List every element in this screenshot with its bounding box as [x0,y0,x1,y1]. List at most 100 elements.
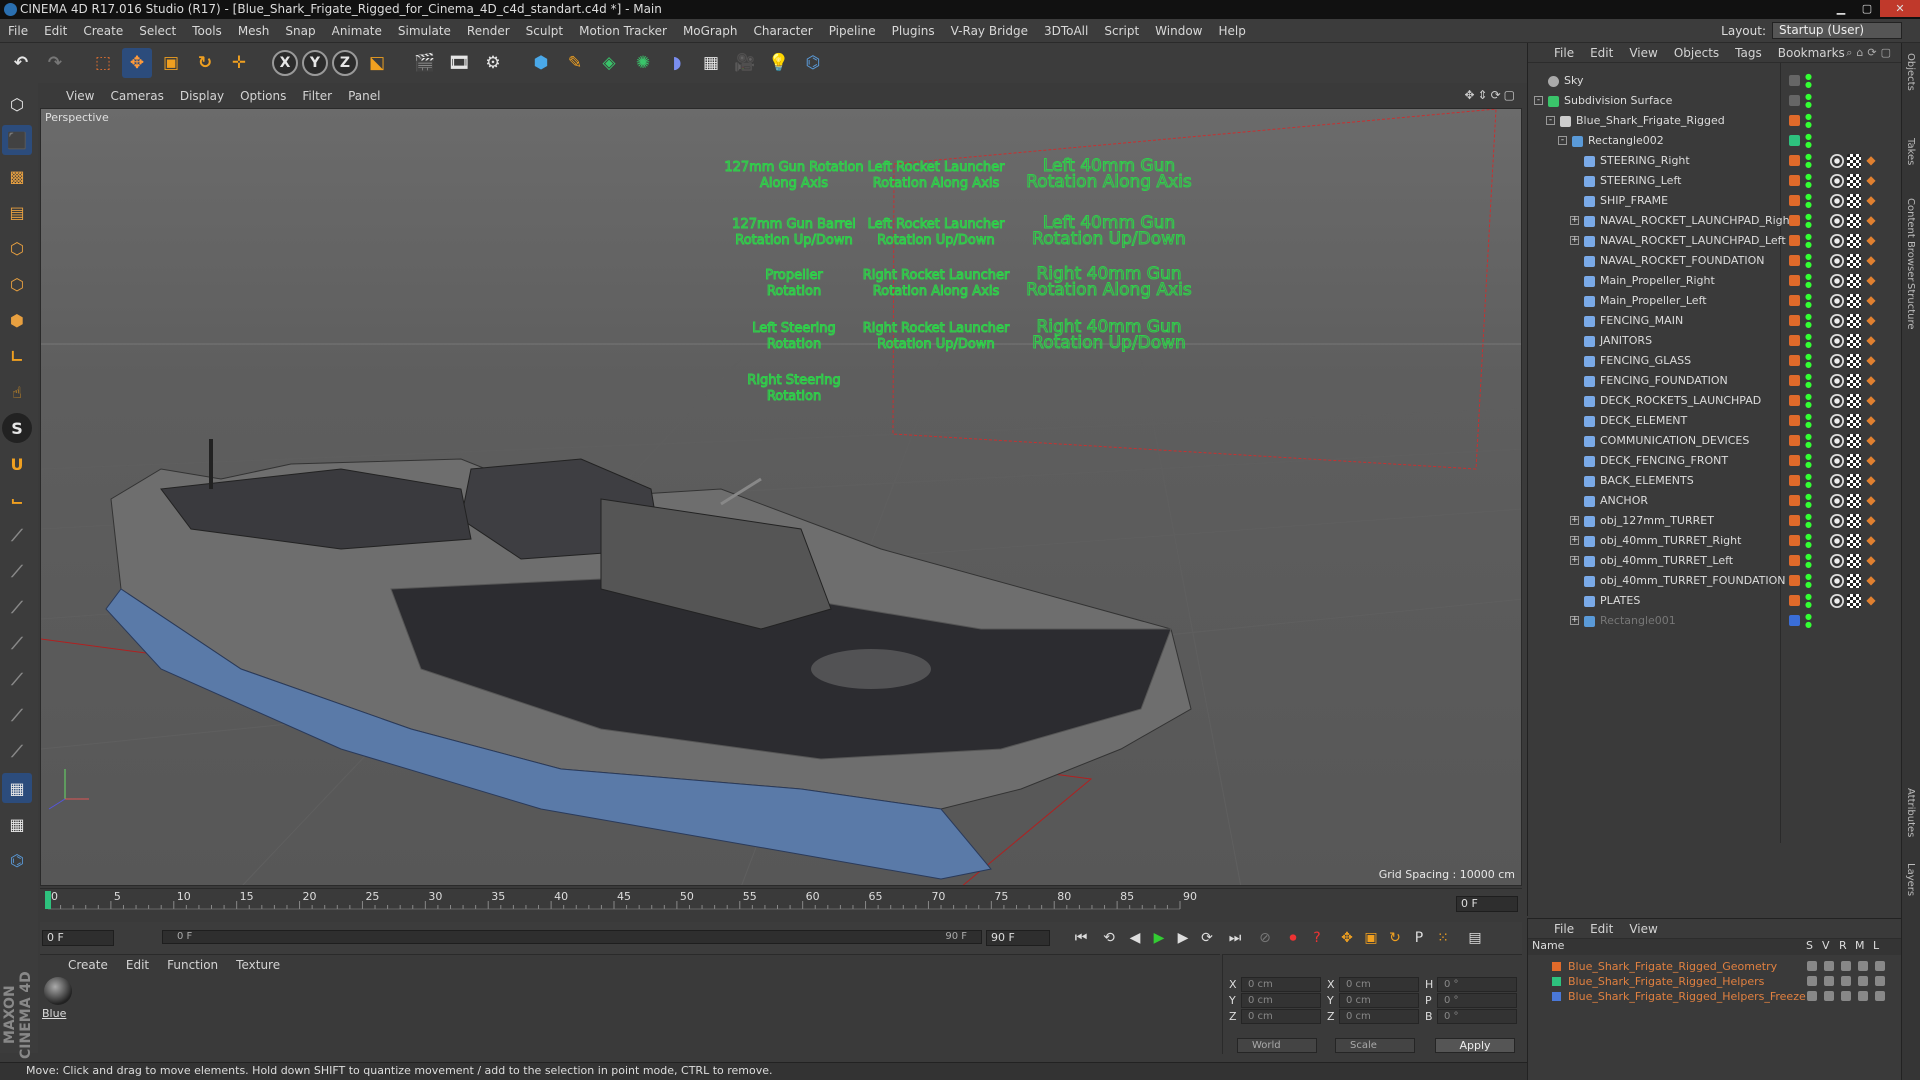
object-name[interactable]: COMMUNICATION_DEVICES [1600,431,1749,451]
layer-color-swatch[interactable] [1552,992,1561,1001]
key-pla-icon[interactable]: ⁙ [1432,927,1454,949]
texture-tag-icon[interactable] [1847,154,1861,168]
magnet-icon[interactable]: U [2,449,32,479]
autokey-icon[interactable]: ? [1306,927,1328,949]
layer-color-tag[interactable] [1789,195,1800,206]
layer-visible-icon[interactable] [1824,991,1834,1001]
selection-tag-icon[interactable]: ◆ [1864,274,1878,288]
object-name[interactable]: DECK_FENCING_FRONT [1600,451,1728,471]
layer-color-tag[interactable] [1789,615,1800,626]
coord-value-field[interactable]: 0 cm [1339,977,1419,992]
layer-color-tag[interactable] [1789,115,1800,126]
timeline-ruler[interactable]: 0 5 10 15 20 25 30 35 40 45 50 55 60 65 70 75 80 85 90 0 F [40,888,1522,922]
menu-script[interactable]: Script [1104,24,1139,38]
key-scale-icon[interactable]: ▣ [1360,927,1382,949]
expand-icon[interactable]: + [1570,556,1579,565]
next-frame-icon[interactable]: ▶ [1172,927,1194,949]
layer-color-tag[interactable] [1789,575,1800,586]
helper-label[interactable]: Rotation Along Axis [1026,172,1193,193]
selection-tag-icon[interactable]: ◆ [1864,494,1878,508]
subdivision-icon[interactable]: ◈ [594,48,624,78]
selection-tag-icon[interactable]: ◆ [1864,314,1878,328]
object-name[interactable]: Sky [1564,71,1583,91]
selection-tag-icon[interactable]: ◆ [1864,234,1878,248]
helper-label[interactable]: Rotation Up/Down [1032,333,1187,354]
material-menu-texture[interactable]: Texture [236,958,280,972]
object-name[interactable]: PLATES [1600,591,1640,611]
lm-menu-file[interactable]: File [1554,922,1574,936]
model-mode-icon[interactable]: ⬛ [2,125,32,155]
selection-tag-icon[interactable]: ◆ [1864,394,1878,408]
object-name[interactable]: Rectangle001 [1600,611,1676,631]
object-row[interactable]: obj_40mm_TURRET_FOUNDATION ● ● ◆ [1528,571,1902,591]
side-tab[interactable]: Attributes [1905,788,1916,837]
helper-label[interactable]: Rotation Up/Down [877,233,995,249]
expand-icon[interactable]: + [1570,536,1579,545]
object-name[interactable]: Main_Propeller_Left [1600,291,1707,311]
coord-value-field[interactable]: 0 ° [1437,1009,1517,1024]
material-menu-create[interactable]: Create [68,958,108,972]
sculpt-inflate-icon[interactable]: ⟋ [2,665,32,695]
object-name[interactable]: Rectangle002 [1588,131,1664,151]
selection-tag-icon[interactable]: ◆ [1864,174,1878,188]
expand-icon[interactable]: + [1570,516,1579,525]
viewport-menu-display[interactable]: Display [180,89,224,103]
viewport-navigation-icons[interactable]: ✥⇕⟳▢ [1464,88,1518,102]
om-menu-file[interactable]: File [1554,46,1574,60]
prev-frame-icon[interactable]: ◀ [1124,927,1146,949]
visibility-dots-icon[interactable]: ● ● [1805,73,1812,89]
menu-pipeline[interactable]: Pipeline [829,24,876,38]
object-name[interactable]: Main_Propeller_Right [1600,271,1715,291]
layer-visible-icon[interactable] [1824,976,1834,986]
object-row[interactable]: + obj_40mm_TURRET_Left ● ● ◆ [1528,551,1902,571]
y-axis-lock-icon[interactable]: Y [302,50,328,76]
selection-tag-icon[interactable]: ◆ [1864,534,1878,548]
coord-value-field[interactable]: 0 cm [1339,1009,1419,1024]
object-name[interactable]: FENCING_MAIN [1600,311,1683,331]
lock-workplane-icon[interactable]: ▦ [2,773,32,803]
texture-tag-icon[interactable] [1847,254,1861,268]
phong-tag-icon[interactable] [1830,414,1844,428]
phong-tag-icon[interactable] [1830,334,1844,348]
object-row[interactable]: ANCHOR ● ● ◆ [1528,491,1902,511]
x-axis-lock-icon[interactable]: X [272,50,298,76]
layer-solo-icon[interactable] [1807,961,1817,971]
light-icon[interactable]: 💡 [764,48,794,78]
lm-menu-view[interactable]: View [1629,922,1657,936]
menu-motion-tracker[interactable]: Motion Tracker [579,24,667,38]
menu-3dtoall[interactable]: 3DToAll [1044,24,1088,38]
selection-tag-icon[interactable]: ◆ [1864,474,1878,488]
object-row[interactable]: Main_Propeller_Left ● ● ◆ [1528,291,1902,311]
prev-key-icon[interactable]: ⟲ [1098,927,1120,949]
object-name[interactable]: obj_40mm_TURRET_Right [1600,531,1741,551]
next-key-icon[interactable]: ⟳ [1196,927,1218,949]
coord-value-field[interactable]: 0 ° [1437,977,1517,992]
layer-locked-icon[interactable] [1875,976,1885,986]
object-name[interactable]: NAVAL_ROCKET_LAUNCHPAD_Left [1600,231,1786,251]
layer-name[interactable]: Blue_Shark_Frigate_Rigged_Helpers_Freeze [1568,989,1806,1004]
phong-tag-icon[interactable] [1830,354,1844,368]
visibility-dots-icon[interactable]: ● ● [1805,193,1812,209]
selection-tag-icon[interactable]: ◆ [1864,194,1878,208]
deformer-icon[interactable]: ◗ [662,48,692,78]
frame-scrubber[interactable]: 0 F 90 F [162,930,982,944]
playhead[interactable] [45,891,51,909]
texture-tag-icon[interactable] [1847,234,1861,248]
object-row[interactable]: STEERING_Right ● ● ◆ [1528,151,1902,171]
layer-visible-icon[interactable] [1824,961,1834,971]
texture-mode-icon[interactable]: ▩ [2,161,32,191]
object-name[interactable]: NAVAL_ROCKET_FOUNDATION [1600,251,1764,271]
layer-color-tag[interactable] [1789,415,1800,426]
key-param-icon[interactable]: P [1408,927,1430,949]
side-tab[interactable]: Structure [1905,283,1916,330]
visibility-dots-icon[interactable]: ● ● [1805,93,1812,109]
cube-object-icon[interactable]: ⬢ [526,48,556,78]
layer-solo-icon[interactable] [1807,976,1817,986]
object-name[interactable]: NAVAL_ROCKET_LAUNCHPAD_Right [1600,211,1794,231]
om-menu-bookmarks[interactable]: Bookmarks [1778,46,1845,60]
visibility-dots-icon[interactable]: ● ● [1805,473,1812,489]
viewport-menu-options[interactable]: Options [240,89,286,103]
minimize-icon[interactable]: ▁ [1828,0,1854,17]
visibility-dots-icon[interactable]: ● ● [1805,313,1812,329]
side-tab[interactable]: Content Browser [1905,198,1916,281]
